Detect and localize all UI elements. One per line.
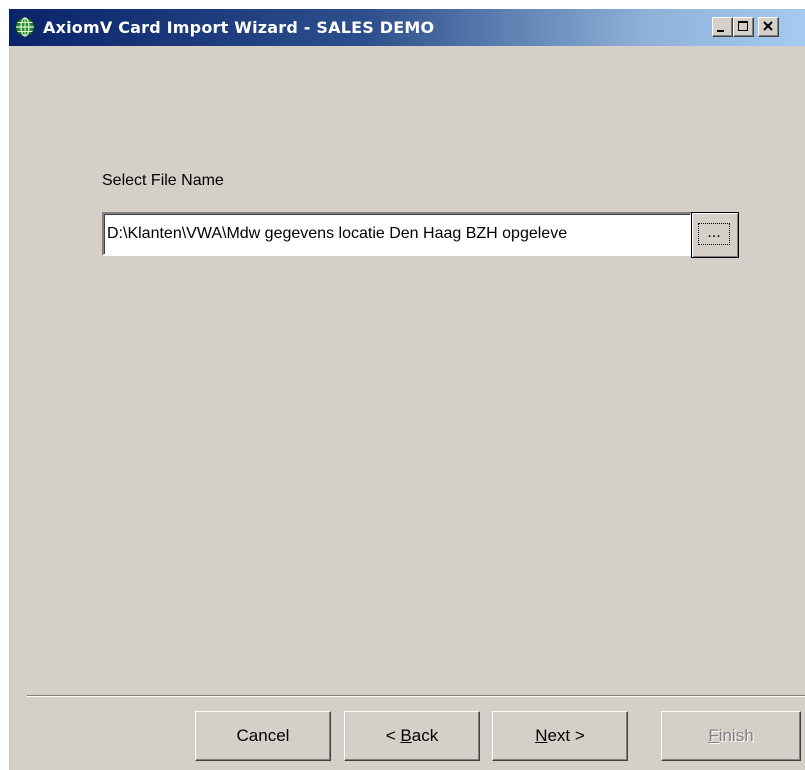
minimize-button[interactable]	[712, 17, 733, 37]
finish-label-mnemonic: F	[708, 726, 719, 745]
select-file-label: Select File Name	[102, 172, 224, 189]
cancel-button[interactable]: Cancel	[195, 711, 331, 761]
finish-button[interactable]: Finish	[661, 711, 801, 761]
window-title: AxiomV Card Import Wizard - SALES DEMO	[43, 18, 435, 37]
back-label-prefix: <	[385, 726, 401, 745]
browse-button[interactable]: ...	[691, 212, 739, 258]
file-path-input[interactable]	[102, 212, 692, 256]
maximize-button[interactable]	[733, 17, 754, 37]
globe-app-icon	[15, 17, 35, 37]
close-button[interactable]	[758, 17, 779, 37]
back-label-mnemonic: B	[400, 726, 412, 745]
next-label-mnemonic: N	[535, 726, 548, 745]
title-bar[interactable]: AxiomV Card Import Wizard - SALES DEMO	[9, 9, 805, 46]
next-label-rest: ext >	[547, 726, 585, 745]
wizard-window: AxiomV Card Import Wizard - SALES DEMO S…	[8, 8, 805, 770]
browse-button-label: ...	[698, 223, 730, 245]
button-divider	[27, 695, 805, 697]
next-button[interactable]: Next >	[492, 711, 628, 761]
close-icon	[763, 21, 773, 31]
finish-label-rest: inish	[718, 726, 754, 745]
minimize-icon	[717, 30, 724, 32]
maximize-icon	[738, 21, 748, 31]
back-label-rest: ack	[411, 726, 439, 745]
back-button[interactable]: < Back	[344, 711, 480, 761]
